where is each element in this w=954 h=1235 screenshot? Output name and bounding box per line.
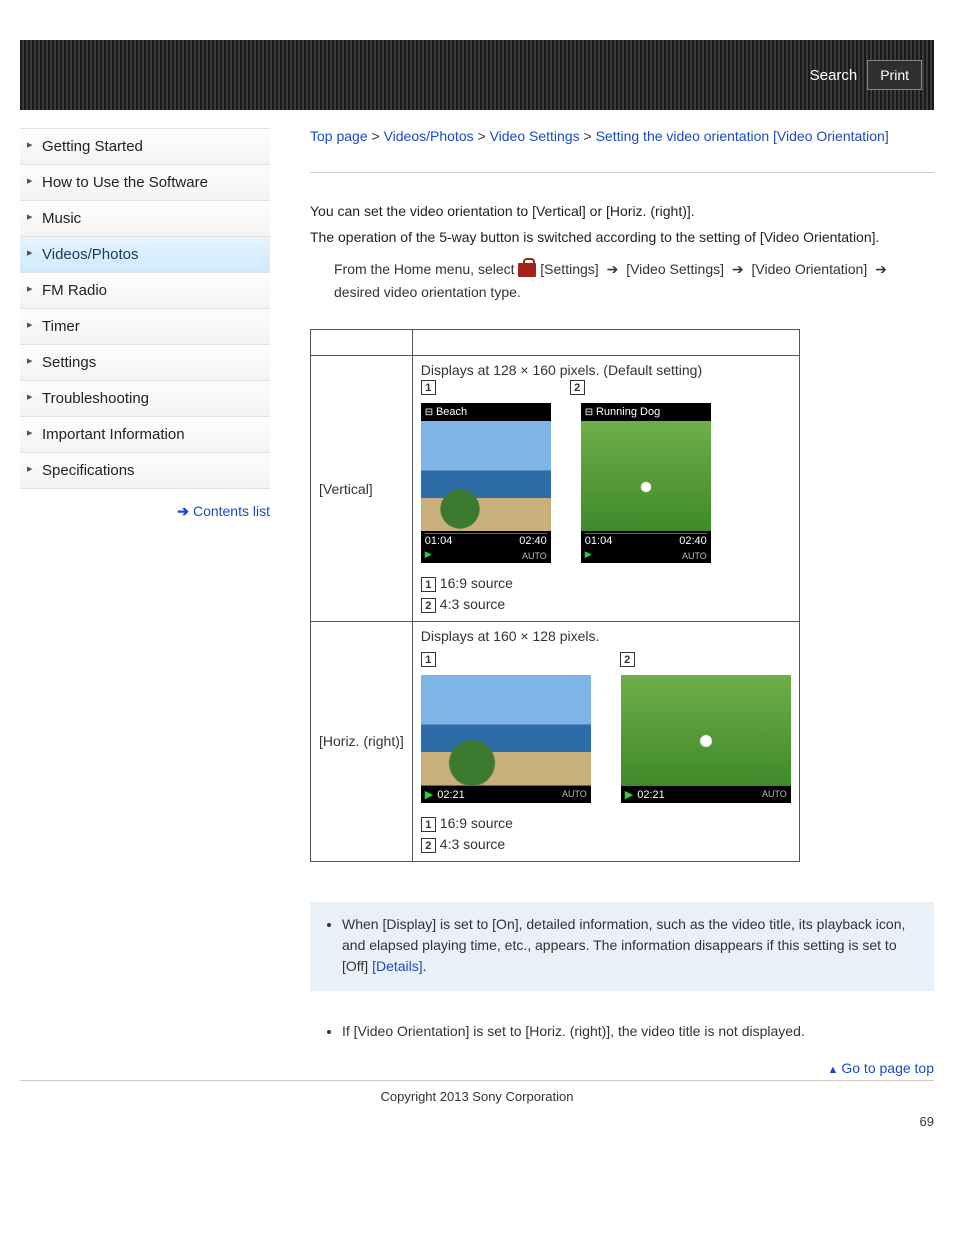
play-icon: ▶ [425,789,433,801]
row-desc: Displays at 128 × 160 pixels. (Default s… [421,362,791,378]
arrow-right-icon: ➔ [732,258,744,282]
num-marker-1: 1 [421,380,436,395]
contents-list-link[interactable]: Contents list [193,503,270,519]
footer-divider [20,1080,934,1081]
breadcrumb-title[interactable]: Setting the video orientation [Video Ori… [596,128,889,144]
copyright: Copyright 2013 Sony Corporation [20,1089,934,1104]
details-link[interactable]: [Details] [372,958,423,974]
sidebar-item-specifications[interactable]: Specifications [20,453,270,489]
row-body-vertical: Displays at 128 × 160 pixels. (Default s… [412,356,799,622]
num-marker-2: 2 [421,598,436,613]
sidebar-item-how-to-use-software[interactable]: How to Use the Software [20,165,270,201]
step-settings: [Settings] [540,261,598,277]
legend-43: 4:3 source [440,596,505,612]
sidebar-item-fm-radio[interactable]: FM Radio [20,273,270,309]
instruction-step: From the Home menu, select [Settings] ➔ … [310,258,934,306]
sidebar-item-settings[interactable]: Settings [20,345,270,381]
sidebar-item-timer[interactable]: Timer [20,309,270,345]
intro-para-1: You can set the video orientation to [Ve… [310,201,934,221]
arrow-right-icon: ➔ [607,258,619,282]
row-desc: Displays at 160 × 128 pixels. [421,628,791,644]
legend: 1 16:9 source 2 4:3 source [421,573,791,615]
step-video-orientation: [Video Orientation] [752,261,868,277]
legend-43: 4:3 source [440,836,505,852]
breadcrumb-sep: > [372,128,380,144]
print-button[interactable]: Print [867,60,922,90]
auto-badge: AUTO [522,551,547,561]
orientation-table: [Vertical] Displays at 128 × 160 pixels.… [310,329,800,862]
time-elapsed: 01:04 [585,535,613,547]
auto-badge: AUTO [682,551,707,561]
note-box: If [Video Orientation] is set to [Horiz.… [310,1021,934,1054]
legend: 1 16:9 source 2 4:3 source [421,813,791,855]
note-item: If [Video Orientation] is set to [Horiz.… [342,1021,934,1042]
preview-image-dog [581,421,711,531]
time-elapsed: 01:04 [425,535,453,547]
breadcrumb-video-settings[interactable]: Video Settings [490,128,580,144]
breadcrumb-videos-photos[interactable]: Videos/Photos [384,128,474,144]
breadcrumb: Top page > Videos/Photos > Video Setting… [310,128,934,144]
step-text-pre: From the Home menu, select [334,261,518,277]
time-total: 02:40 [679,535,707,547]
step-video-settings: [Video Settings] [626,261,724,277]
arrow-right-icon: ➔ [875,258,887,282]
breadcrumb-sep: > [478,128,486,144]
play-icon: ▶ [425,549,432,560]
arrow-right-icon: ➔ [177,503,189,519]
num-marker-2: 2 [421,838,436,853]
num-marker-2: 2 [570,380,585,395]
sidebar-nav: Getting Started How to Use the Software … [20,128,270,489]
preview-image-dog [621,675,791,785]
num-marker-1: 1 [421,577,436,592]
preview-vertical-dog: Running Dog 01:04 02:40 ▶ AUTO [581,403,711,563]
sidebar-item-music[interactable]: Music [20,201,270,237]
settings-icon [518,263,536,277]
preview-title: Running Dog [581,403,711,418]
time-elapsed: 02:21 [637,789,665,801]
num-marker-2: 2 [620,652,635,667]
sidebar-item-important-information[interactable]: Important Information [20,417,270,453]
main-content: Top page > Videos/Photos > Video Setting… [310,128,934,1076]
header-band: Search Print [20,40,934,110]
intro-para-2: The operation of the 5-way button is swi… [310,227,934,247]
num-marker-1: 1 [421,817,436,832]
hint-box: When [Display] is set to [On], detailed … [310,902,934,991]
go-to-top-row: ▲Go to page top [310,1060,934,1076]
num-marker-1: 1 [421,652,436,667]
go-to-top-link[interactable]: Go to page top [841,1060,934,1076]
preview-title: Beach [421,403,551,418]
play-icon: ▶ [625,789,633,801]
legend-169: 16:9 source [440,575,513,591]
preview-vertical-beach: Beach 01:04 02:40 ▶ AUTO [421,403,551,563]
contents-list-link-row: ➔Contents list [20,503,270,520]
row-label-vertical: [Vertical] [311,356,413,622]
hint-text-b: . [423,958,427,974]
hint-item: When [Display] is set to [On], detailed … [342,914,922,977]
sidebar-item-troubleshooting[interactable]: Troubleshooting [20,381,270,417]
sidebar: Getting Started How to Use the Software … [20,128,270,1076]
sidebar-item-videos-photos[interactable]: Videos/Photos [20,237,270,273]
divider [310,172,934,173]
breadcrumb-top[interactable]: Top page [310,128,368,144]
preview-horiz-dog: ▶ 02:21 AUTO [621,675,791,803]
breadcrumb-sep: > [584,128,592,144]
sidebar-item-getting-started[interactable]: Getting Started [20,129,270,165]
preview-image-beach [421,675,591,785]
legend-169: 16:9 source [440,815,513,831]
page-number: 69 [20,1114,934,1129]
row-body-horiz: Displays at 160 × 128 pixels. 1 2 ▶ 02:21… [412,621,799,861]
table-header-empty [311,330,413,356]
step-tail: desired video orientation type. [334,284,521,300]
search-button[interactable]: Search [810,67,858,84]
table-header-empty [412,330,799,356]
auto-badge: AUTO [562,789,587,799]
triangle-up-icon: ▲ [827,1064,838,1076]
auto-badge: AUTO [762,789,787,799]
play-icon: ▶ [585,549,592,560]
preview-image-beach [421,421,551,531]
preview-horiz-beach: ▶ 02:21 AUTO [421,675,591,803]
time-elapsed: 02:21 [437,789,465,801]
row-label-horiz: [Horiz. (right)] [311,621,413,861]
time-total: 02:40 [519,535,547,547]
